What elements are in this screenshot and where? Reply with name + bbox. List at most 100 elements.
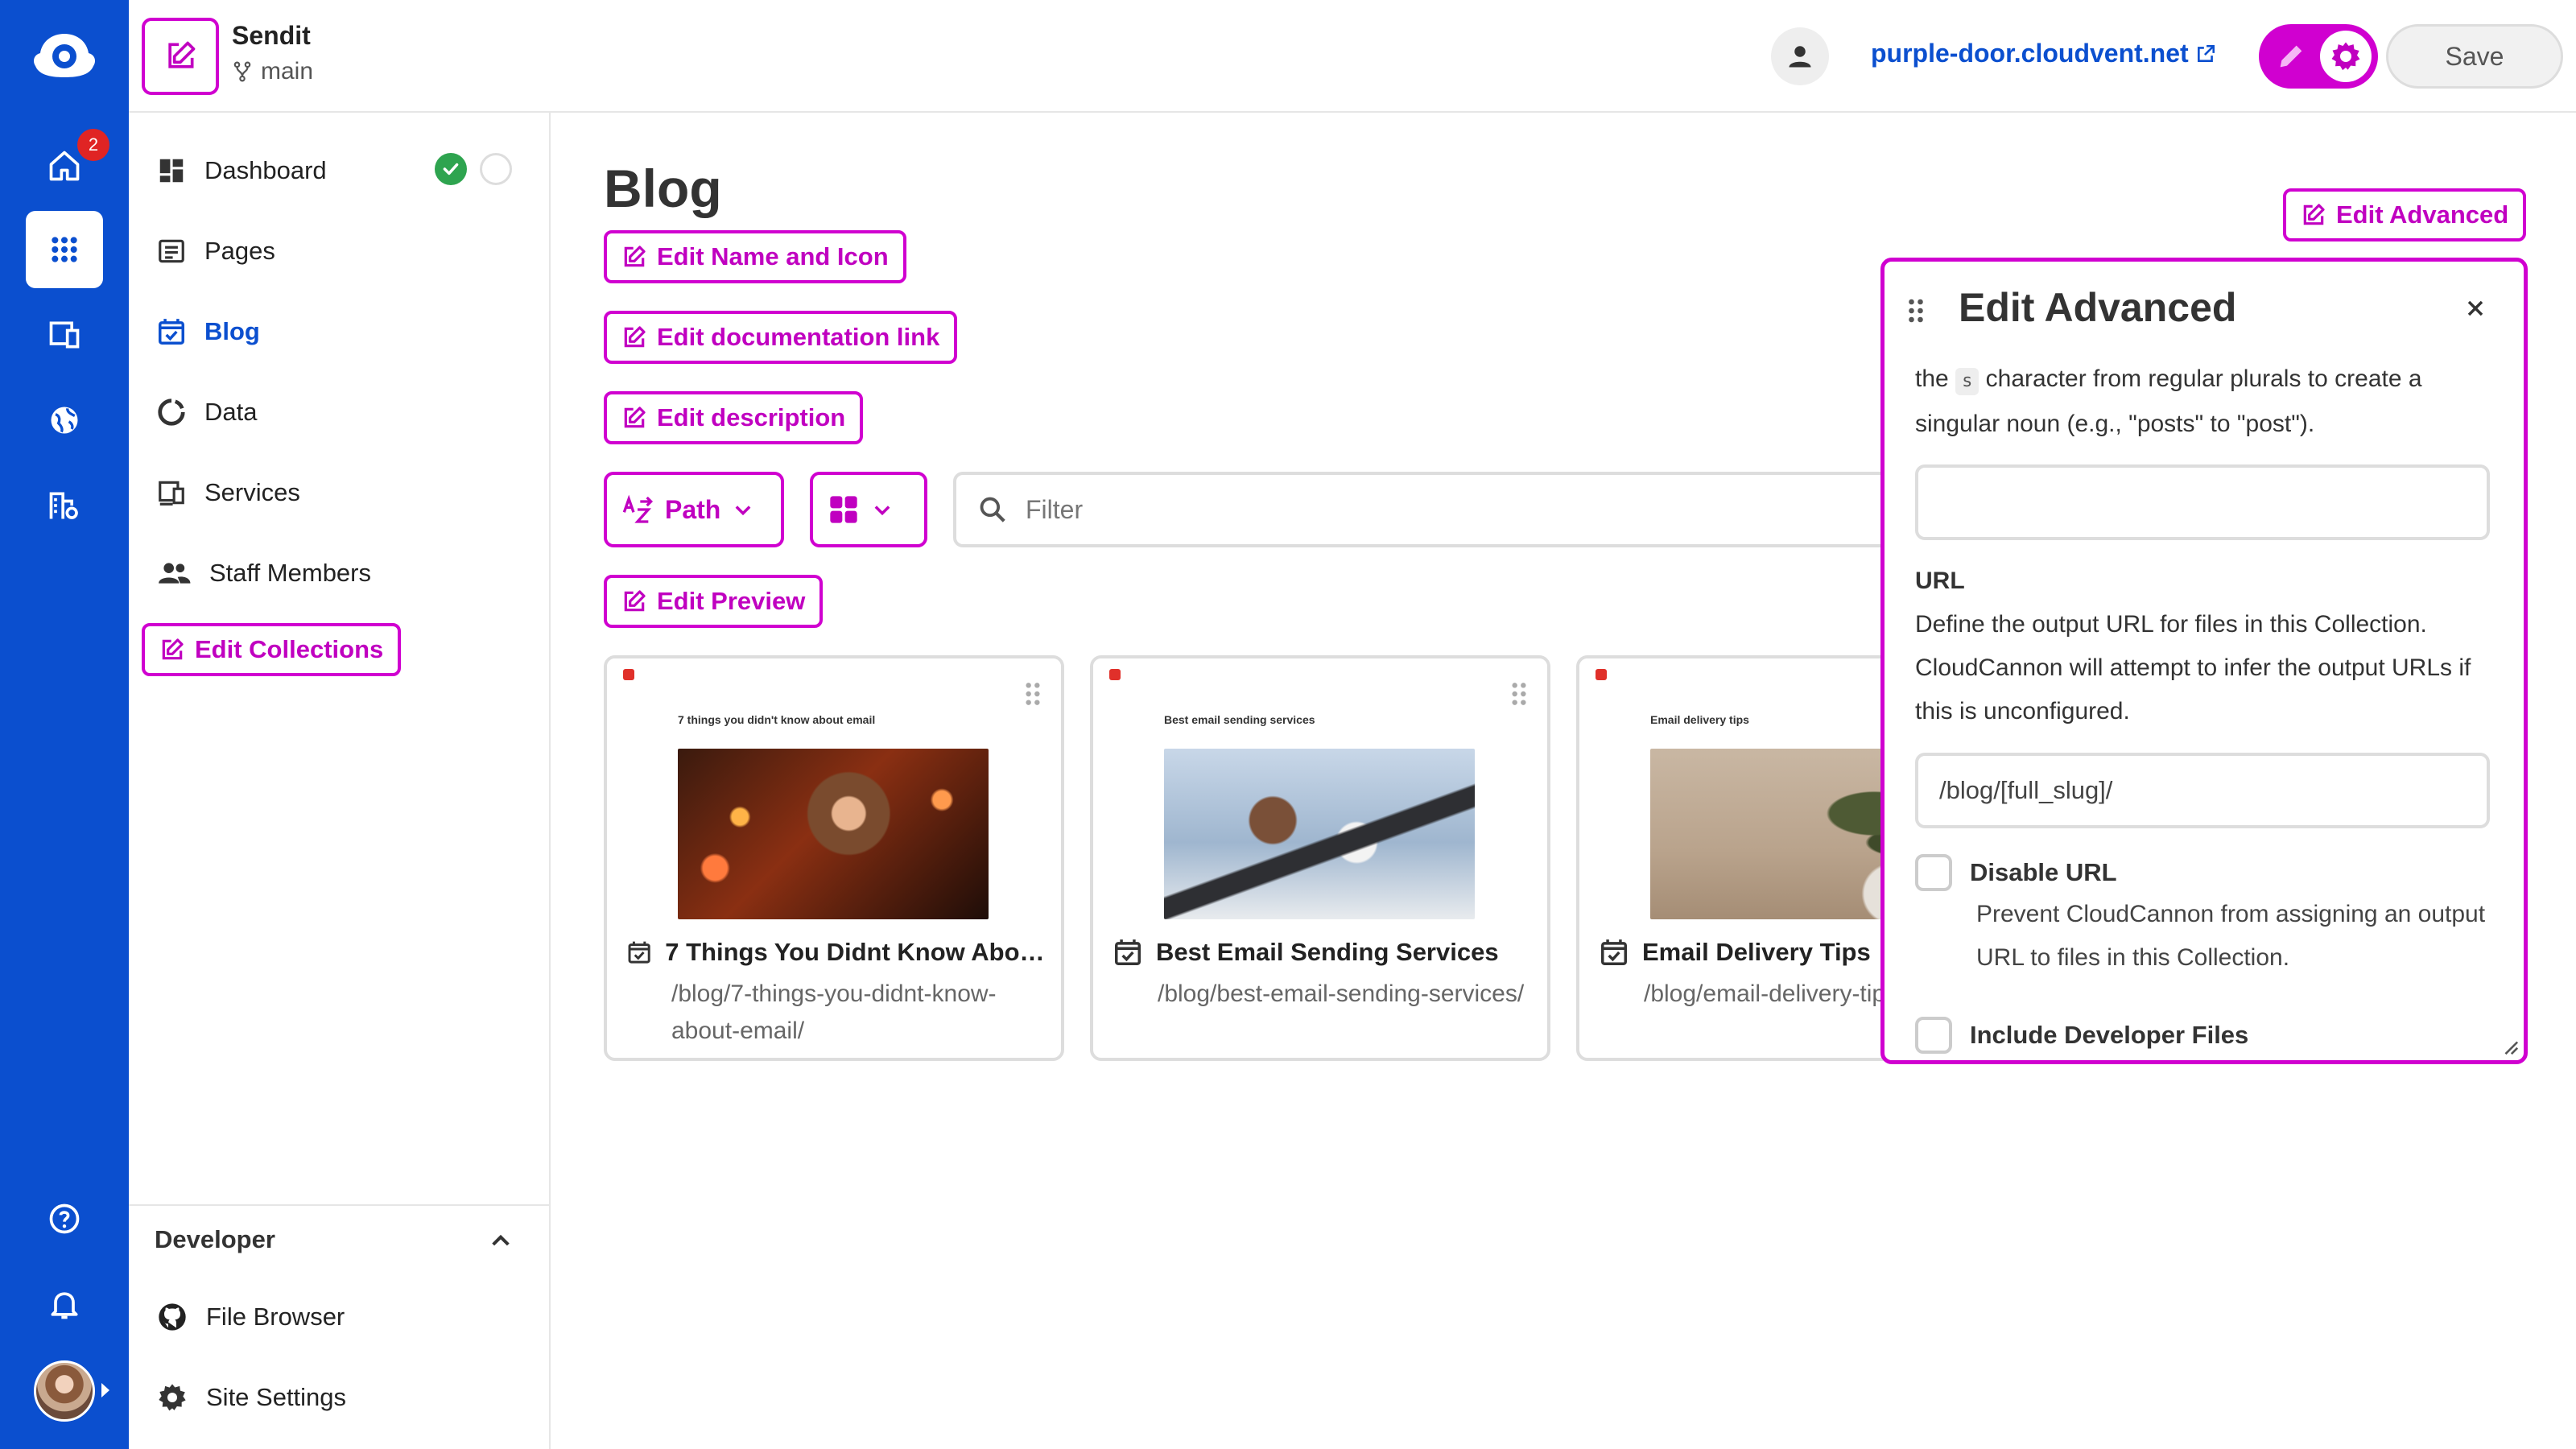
card-title: 7 Things You Didnt Know About Email: [626, 937, 1048, 968]
card-preview: Best email sending services: [1093, 658, 1547, 927]
sidebar-item-label: Pages: [204, 237, 275, 265]
edit-advanced-panel: Edit Advanced the s character from regul…: [1880, 258, 2528, 1064]
calendar-check-icon: [1115, 939, 1141, 965]
edit-description-button[interactable]: Edit description: [604, 391, 864, 444]
view-mode-dropdown[interactable]: [810, 472, 927, 547]
blog-card[interactable]: 7 things you didn't know about email 7 T…: [604, 655, 1064, 1061]
sidebar-item-label: Staff Members: [209, 559, 372, 587]
preview-site-nav: [623, 669, 1045, 680]
site-url-text: purple-door.cloudvent.net: [1871, 39, 2189, 68]
rail-globe-button[interactable]: [26, 382, 103, 459]
preview-logo-icon: [1109, 669, 1121, 680]
rail-notifications-button[interactable]: [26, 1265, 103, 1343]
edit-icon: [624, 326, 646, 348]
resize-handle-icon[interactable]: [2501, 1038, 2519, 1055]
edit-collections-label: Edit Collections: [195, 635, 384, 663]
rail-devices-button[interactable]: [26, 296, 103, 374]
card-title-text: 7 Things You Didnt Know About Email: [665, 938, 1048, 966]
edit-preview-button[interactable]: Edit Preview: [604, 575, 824, 628]
grid-view-icon: [830, 496, 857, 523]
calendar-check-icon: [628, 941, 650, 964]
preview-logo-icon: [1596, 669, 1607, 680]
cloudcannon-logo-icon[interactable]: [31, 29, 98, 82]
preview-title: Best email sending services: [1164, 713, 1315, 726]
sidebar-item-label: Services: [204, 478, 300, 506]
calendar-check-icon: [159, 319, 184, 345]
url-label: URL: [1915, 568, 1965, 594]
drag-handle-icon[interactable]: [1024, 681, 1042, 707]
sidebar-item-blog[interactable]: Blog: [156, 308, 260, 356]
sidebar-divider: [129, 1204, 549, 1206]
rail-org-button[interactable]: [26, 467, 103, 544]
search-icon: [980, 497, 1005, 522]
card-title-text: Email Delivery Tips: [1642, 938, 1871, 966]
sidebar-item-services[interactable]: Services: [156, 469, 300, 517]
page-title: Blog: [604, 159, 722, 218]
branch-label[interactable]: main: [232, 58, 313, 85]
chevron-up-icon: [492, 1234, 510, 1246]
sidebar-item-file-browser[interactable]: File Browser: [156, 1293, 345, 1341]
include-developer-files-option[interactable]: Include Developer Files: [1915, 1017, 2248, 1054]
people-icon: [159, 563, 191, 584]
user-avatar[interactable]: [34, 1360, 95, 1422]
card-path: /blog/best-email-sending-services/: [1158, 980, 1525, 1007]
preview-site-nav: [1109, 669, 1531, 680]
edit-site-button[interactable]: [142, 18, 219, 95]
sidebar-item-pages[interactable]: Pages: [156, 227, 275, 275]
sort-dropdown[interactable]: Path: [604, 472, 784, 547]
developer-collapse-button[interactable]: [488, 1228, 514, 1254]
sort-alpha-icon: [622, 494, 654, 523]
singular-name-input[interactable]: [1915, 464, 2490, 540]
blog-card[interactable]: Best email sending services Best Email S…: [1090, 655, 1550, 1061]
status-success-icon: [435, 153, 467, 185]
edit-name-and-icon-button[interactable]: Edit Name and Icon: [604, 230, 906, 283]
edit-documentation-link-button[interactable]: Edit documentation link: [604, 311, 958, 364]
chevron-down-icon: [874, 506, 890, 516]
app-rail: 2: [0, 0, 129, 1449]
data-icon: [158, 398, 185, 426]
sidebar-item-label: Data: [204, 398, 258, 426]
globe-icon: [51, 407, 78, 434]
apps-grid-icon: [52, 237, 77, 262]
close-icon[interactable]: [2462, 295, 2488, 321]
intro-text-post: character from regular plurals to create…: [1915, 365, 2422, 437]
sidebar-item-label: Site Settings: [206, 1383, 347, 1411]
disable-url-option[interactable]: Disable URL: [1915, 854, 2117, 891]
drag-handle-icon[interactable]: [1510, 681, 1528, 707]
developer-heading: Developer: [155, 1225, 275, 1253]
card-title: Best Email Sending Services: [1113, 937, 1534, 968]
avatar-caret-icon: [101, 1383, 109, 1397]
drag-handle-icon[interactable]: [1907, 297, 1925, 324]
save-button[interactable]: Save: [2386, 24, 2563, 89]
url-input[interactable]: /blog/[full_slug]/: [1915, 753, 2490, 828]
toggle-knob: [2320, 31, 2372, 82]
edit-mode-toggle[interactable]: [2259, 24, 2378, 89]
sidebar-item-label: Dashboard: [204, 156, 327, 184]
sidebar-item-data[interactable]: Data: [156, 388, 257, 436]
site-name: Sendit: [232, 21, 311, 50]
filter-input[interactable]: Filter: [953, 472, 2000, 547]
url-description: Define the output URL for files in this …: [1915, 611, 2471, 724]
disable-url-checkbox[interactable]: [1915, 854, 1952, 891]
organization-settings-icon: [49, 492, 78, 519]
rail-collections-button[interactable]: [26, 211, 103, 288]
site-url-link[interactable]: purple-door.cloudvent.net: [1871, 39, 2216, 68]
singular-description: the s character from regular plurals to …: [1915, 357, 2495, 447]
sidebar-item-site-settings[interactable]: Site Settings: [156, 1373, 346, 1422]
card-title-text: Best Email Sending Services: [1156, 938, 1499, 966]
edit-icon: [2303, 204, 2325, 225]
edit-icon: [168, 41, 196, 68]
chevron-down-icon: [735, 506, 751, 516]
rail-help-button[interactable]: [26, 1180, 103, 1257]
edit-advanced-label: Edit Advanced: [2336, 200, 2509, 229]
include-developer-files-checkbox[interactable]: [1915, 1017, 1952, 1054]
edit-collections-button[interactable]: Edit Collections: [142, 623, 402, 676]
sidebar-item-dashboard[interactable]: Dashboard: [156, 147, 327, 195]
edit-advanced-button[interactable]: Edit Advanced: [2283, 188, 2527, 242]
edit-icon: [624, 407, 646, 428]
sidebar: Dashboard Pages Blog Data Services Staff…: [129, 113, 551, 1449]
preview-title: 7 things you didn't know about email: [678, 713, 876, 726]
bell-icon: [51, 1292, 78, 1319]
user-menu-button[interactable]: [1771, 27, 1829, 85]
sidebar-item-staff-members[interactable]: Staff Members: [156, 549, 371, 597]
